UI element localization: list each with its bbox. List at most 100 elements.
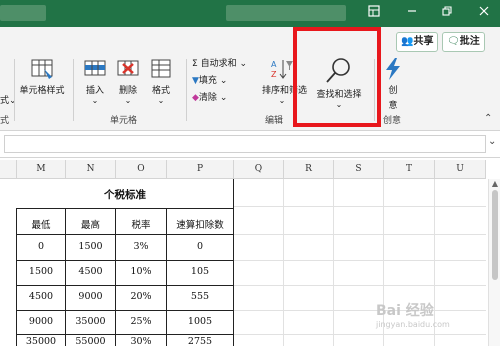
column-header-n[interactable]: N	[66, 160, 116, 179]
fill-label: 填充	[198, 76, 217, 86]
insert-button[interactable]: 插入 ⌄	[80, 57, 110, 105]
column-header-u[interactable]: U	[435, 160, 486, 179]
table-cell[interactable]: 55000	[66, 336, 115, 347]
table-header-cell[interactable]: 速算扣除数	[167, 217, 233, 231]
delete-button[interactable]: 删除 ⌄	[113, 57, 143, 105]
table-header-cell[interactable]: 最低	[17, 217, 65, 231]
svg-text:A: A	[271, 60, 277, 69]
table-cell[interactable]: 20%	[116, 291, 166, 302]
watermark-line-1: Bai 经验	[376, 303, 434, 319]
sigma-icon: Σ	[192, 59, 198, 69]
table-title: 个税标准	[104, 189, 146, 201]
column-header-q[interactable]: Q	[234, 160, 284, 179]
scrollbar-thumb[interactable]	[492, 190, 498, 280]
left-truncated-label: 式	[0, 96, 10, 106]
cell-styles-label: 单元格样式	[19, 86, 65, 96]
creative-button[interactable]: 创 意	[380, 57, 406, 111]
restore-icon[interactable]	[438, 4, 456, 22]
ribbon-separator	[14, 59, 15, 121]
table-cell[interactable]: 4500	[17, 291, 65, 302]
clear-button[interactable]: ◆清除 ⌄	[192, 90, 227, 103]
table-cell[interactable]: 3%	[116, 241, 166, 252]
column-header-t[interactable]: T	[384, 160, 435, 179]
ribbon: 👥共享 🗨批注 式⌄ 式 单元格样式 插入 ⌄ 删除 ⌄ 格式 ⌄ 单元格 Σ …	[0, 27, 500, 131]
column-header-p[interactable]: P	[167, 160, 234, 179]
table-border	[233, 179, 234, 346]
table-cell[interactable]: 35000	[66, 316, 115, 327]
table-cell[interactable]: 1500	[17, 266, 65, 277]
delete-dropdown-arrow-icon: ⌄	[124, 96, 132, 105]
share-button[interactable]: 👥共享	[396, 32, 439, 52]
formula-expand-icon[interactable]: ⌄	[488, 136, 496, 147]
format-label: 格式	[151, 86, 170, 96]
table-border	[16, 310, 234, 311]
cell-styles-button[interactable]: 单元格样式	[16, 57, 68, 96]
minimize-icon[interactable]	[403, 4, 421, 22]
column-header-s[interactable]: S	[334, 160, 384, 179]
dropdown-arrow-icon: ⌄	[239, 59, 247, 69]
dropdown-arrow-icon: ⌄	[219, 93, 228, 103]
lightning-icon	[382, 57, 404, 81]
table-cell[interactable]: 105	[167, 266, 233, 277]
scroll-up-arrow-icon[interactable]: ▲	[489, 179, 500, 188]
title-blur-left	[0, 5, 46, 21]
table-header-cell[interactable]: 税率	[116, 217, 166, 231]
table-cell[interactable]: 1500	[66, 241, 115, 252]
column-header-partial	[0, 160, 17, 179]
share-icon: 👥	[401, 36, 414, 47]
creative-label-2: 意	[388, 101, 398, 111]
column-header-r[interactable]: R	[284, 160, 334, 179]
table-cell[interactable]: 1005	[167, 316, 233, 327]
table-border	[16, 234, 234, 235]
table-cell[interactable]: 0	[167, 241, 233, 252]
table-border	[16, 260, 234, 261]
dropdown-arrow-icon: ⌄	[9, 96, 17, 106]
table-cell[interactable]: 25%	[116, 316, 166, 327]
left-truncated-group-label: 式	[0, 116, 10, 126]
ribbon-separator	[73, 59, 74, 121]
grid-icon[interactable]	[365, 4, 383, 22]
insert-icon	[83, 57, 107, 81]
sort-filter-icon: AZ	[270, 57, 294, 81]
cells-group-label: 单元格	[110, 116, 138, 126]
table-cell[interactable]: 555	[167, 291, 233, 302]
gridline	[234, 260, 486, 261]
svg-text:Z: Z	[271, 70, 277, 79]
format-dropdown-arrow-icon: ⌄	[157, 96, 165, 105]
creative-group-label: 创意	[383, 116, 402, 126]
table-cell[interactable]: 10%	[116, 266, 166, 277]
table-cell[interactable]: 0	[17, 241, 65, 252]
table-cell[interactable]: 4500	[66, 266, 115, 277]
table-border	[16, 334, 234, 335]
eraser-icon: ◆	[192, 93, 199, 103]
title-blur-center	[226, 5, 346, 21]
collapse-ribbon-icon[interactable]: ⌃	[484, 113, 492, 124]
fill-button[interactable]: ▼填充 ⌄	[192, 73, 227, 86]
clear-label: 清除	[198, 93, 217, 103]
column-header-m[interactable]: M	[17, 160, 66, 179]
table-cell[interactable]: 9000	[66, 291, 115, 302]
close-icon[interactable]	[475, 4, 493, 22]
insert-label: 插入	[85, 86, 104, 96]
watermark: Bai 经验 jingyan.baidu.com	[376, 300, 494, 340]
gridline	[234, 234, 486, 235]
table-header-cell[interactable]: 最高	[66, 217, 115, 231]
dropdown-arrow-icon: ⌄	[219, 76, 228, 86]
table-cell[interactable]: 35000	[17, 336, 65, 347]
insert-dropdown-arrow-icon: ⌄	[91, 96, 99, 105]
format-icon	[149, 57, 173, 81]
column-header-o[interactable]: O	[116, 160, 167, 179]
fill-down-icon: ▼	[192, 76, 199, 86]
formula-bar: ⌄	[0, 131, 500, 158]
table-cell[interactable]: 9000	[17, 316, 65, 327]
table-cell[interactable]: 2755	[167, 336, 233, 347]
table-border	[16, 285, 234, 286]
table-cell[interactable]: 30%	[116, 336, 166, 347]
watermark-line-2: jingyan.baidu.com	[376, 320, 450, 329]
comment-button[interactable]: 🗨批注	[442, 32, 485, 52]
format-button[interactable]: 格式 ⌄	[146, 57, 176, 105]
share-label: 共享	[413, 36, 434, 47]
autosum-button[interactable]: Σ 自动求和 ⌄	[192, 56, 247, 69]
gridline	[234, 206, 486, 207]
formula-input[interactable]	[4, 135, 486, 153]
